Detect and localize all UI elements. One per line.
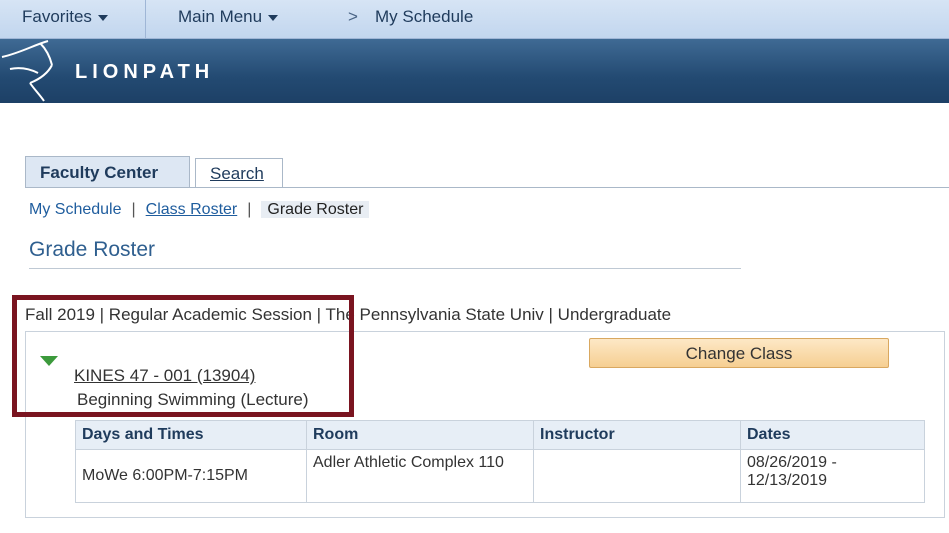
tab-search[interactable]: Search xyxy=(195,158,283,187)
subnav-grade-roster: Grade Roster xyxy=(261,201,370,218)
tab-faculty-center[interactable]: Faculty Center xyxy=(25,156,190,187)
header-dates: Dates xyxy=(740,420,925,450)
cell-room: Adler Athletic Complex 110 xyxy=(306,449,534,503)
favorites-label: Favorites xyxy=(22,7,92,26)
subnav-separator: | xyxy=(131,201,136,218)
nav-divider xyxy=(145,0,146,38)
table-row: MoWe 6:00PM-7:15PM Adler Athletic Comple… xyxy=(75,449,925,503)
caret-down-icon xyxy=(268,14,279,21)
main-menu-label: Main Menu xyxy=(178,7,263,26)
subnav-separator: | xyxy=(247,201,252,218)
main-menu[interactable]: Main Menu xyxy=(178,7,279,27)
cell-days-times: MoWe 6:00PM-7:15PM xyxy=(75,449,307,503)
header-instructor: Instructor xyxy=(533,420,741,450)
brand-name: LIONPATH xyxy=(75,61,215,83)
top-nav-bar: Favorites Main Menu > My Schedule xyxy=(0,0,949,39)
breadcrumb-my-schedule[interactable]: My Schedule xyxy=(375,7,473,27)
cell-dates: 08/26/2019 - 12/13/2019 xyxy=(740,449,925,503)
breadcrumb-arrow-icon: > xyxy=(348,7,358,26)
meeting-info-table: Days and Times Room Instructor Dates MoW… xyxy=(75,420,925,503)
subnav-class-roster[interactable]: Class Roster xyxy=(146,201,238,218)
page-title: Grade Roster xyxy=(29,238,156,261)
lion-logo-icon xyxy=(1,40,53,102)
lionpath-banner: LIONPATH xyxy=(0,39,949,103)
subnav-my-schedule[interactable]: My Schedule xyxy=(29,201,122,218)
favorites-menu[interactable]: Favorites xyxy=(22,7,108,27)
tab-divider xyxy=(25,187,949,188)
header-days-times: Days and Times xyxy=(75,420,307,450)
caret-down-icon xyxy=(97,14,108,21)
title-divider xyxy=(29,268,741,269)
highlight-annotation-box xyxy=(12,295,354,417)
cell-instructor xyxy=(533,449,741,503)
sub-navigation: My Schedule | Class Roster | Grade Roster xyxy=(29,197,370,223)
change-class-button[interactable]: Change Class xyxy=(589,338,889,368)
header-room: Room xyxy=(306,420,534,450)
table-header-row: Days and Times Room Instructor Dates xyxy=(75,420,925,450)
